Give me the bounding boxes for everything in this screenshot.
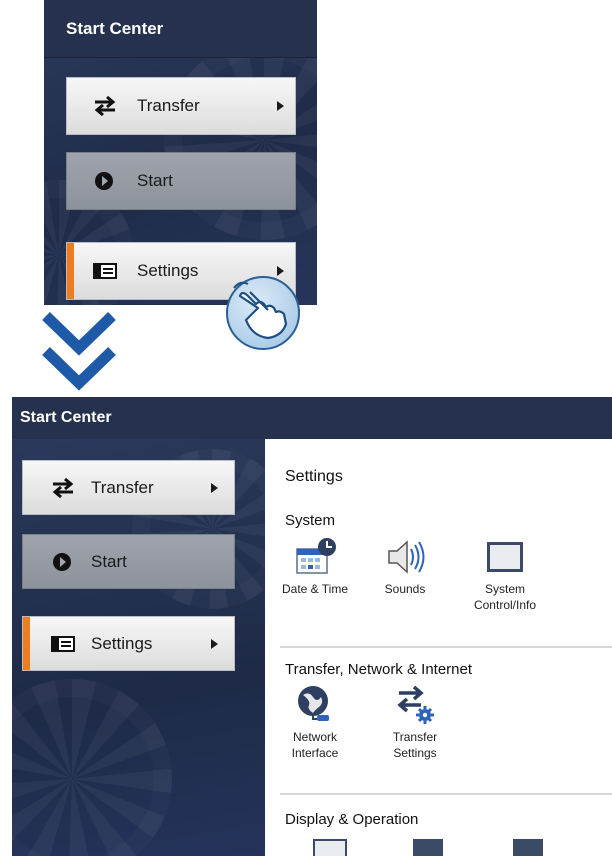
transfer-label: Transfer [91,477,154,497]
date-time-label: Date & Time [281,582,349,596]
submenu-arrow-icon [211,638,218,649]
start-center-header: Start Center [12,397,612,439]
system-control-info-label: System Control/Info [473,582,537,612]
section-divider [280,646,612,648]
start-button[interactable]: Start [66,152,296,210]
sounds-tile[interactable]: Sounds [365,537,445,597]
double-chevron-down-icon [42,312,116,391]
selected-accent-bar [23,617,30,670]
submenu-arrow-icon [211,482,218,493]
display-tile-icon-partial[interactable] [313,839,347,856]
settings-label: Settings [137,261,199,280]
speaker-icon [365,537,445,577]
start-center-panel-after: Start Center Transfer Start Settings Set… [12,397,612,856]
section-divider [280,793,612,795]
play-circle-icon [95,172,113,190]
settings-label: Settings [91,633,153,653]
start-center-header: Start Center [44,0,317,58]
settings-title: Settings [285,468,343,485]
settings-button[interactable]: Settings [22,616,235,671]
transfer-settings-tile[interactable]: Transfer Settings [375,685,455,761]
display-tile-icon-partial[interactable] [513,839,543,856]
start-center-sidebar: Transfer Start Settings [12,439,265,856]
section-title-transfer-network: Transfer, Network & Internet [285,661,473,678]
transfer-arrows-icon [93,96,117,116]
transfer-label: Transfer [137,96,200,115]
system-control-info-tile[interactable]: System Control/Info [465,537,545,613]
start-label: Start [91,551,127,571]
transfer-button[interactable]: Transfer [66,77,296,135]
network-interface-label: Network Interface [291,730,339,760]
section-title-system: System [285,512,336,529]
background-gear-decoration [164,40,317,240]
date-time-tile[interactable]: Date & Time [275,537,355,597]
system-window-icon [465,537,545,577]
settings-panel-icon [93,263,117,279]
display-tile-icon-partial[interactable] [413,839,443,856]
start-button[interactable]: Start [22,534,235,589]
transfer-gear-icon [375,685,455,725]
selected-accent-bar [67,243,74,299]
sounds-label: Sounds [384,582,426,596]
transfer-arrows-icon [51,477,75,498]
play-circle-icon [53,552,71,571]
transfer-settings-label: Transfer Settings [392,730,438,760]
transfer-button[interactable]: Transfer [22,460,235,515]
submenu-arrow-icon [277,266,284,276]
network-interface-tile[interactable]: Network Interface [275,685,355,761]
calendar-clock-icon [275,537,355,577]
globe-network-icon [275,685,355,725]
touch-hand-icon [226,276,300,350]
settings-content: Settings System Date & Time Sounds Syste… [265,439,612,856]
start-label: Start [137,171,173,190]
section-title-display-operation: Display & Operation [285,811,419,828]
start-center-panel-before: Start Center Transfer Start Settings [44,0,317,305]
background-gear-decoration [12,679,172,856]
submenu-arrow-icon [277,101,284,111]
settings-panel-icon [51,635,75,652]
